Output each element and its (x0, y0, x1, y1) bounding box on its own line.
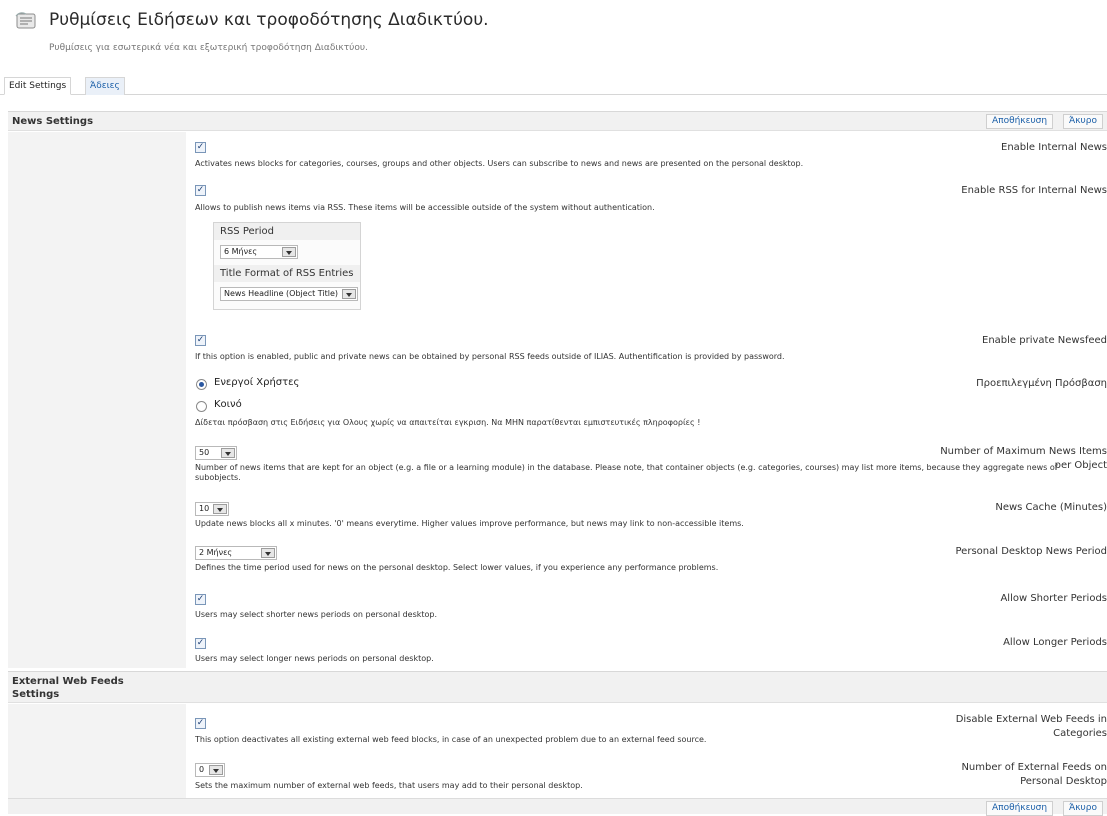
chevron-down-icon (221, 448, 235, 458)
page-header: Ρυθμίσεις Ειδήσεων και τροφοδότησης Διαδ… (0, 0, 1107, 66)
label-allow-longer: Allow Longer Periods (1003, 637, 1107, 648)
label-enable-internal-news: Enable Internal News (1001, 142, 1107, 153)
checkbox-allow-shorter[interactable]: ✓ (195, 594, 206, 605)
chevron-down-icon (282, 247, 296, 257)
save-button-top[interactable]: Αποθήκευση (986, 114, 1054, 129)
title-format-label: Title Format of RSS Entries (214, 265, 360, 282)
pd-period-select[interactable]: 2 Μήνες (195, 546, 277, 560)
label-private-newsfeed: Enable private Newsfeed (982, 335, 1107, 346)
checkbox-disable-external[interactable]: ✓ (195, 718, 206, 729)
radio-active-users[interactable] (196, 379, 207, 390)
radio-public[interactable] (196, 401, 207, 412)
label-enable-rss: Enable RSS for Internal News (961, 185, 1107, 196)
info-allow-shorter: Users may select shorter news periods on… (195, 610, 438, 619)
section-header-news: News Settings (8, 111, 1107, 131)
label-pd-period: Personal Desktop News Period (955, 546, 1107, 557)
news-cache-select[interactable]: 10 (195, 502, 229, 516)
chevron-down-icon (213, 504, 227, 514)
checkbox-enable-rss[interactable]: ✓ (195, 185, 206, 196)
label-column-external (8, 704, 186, 798)
page-title: Ρυθμίσεις Ειδήσεων και τροφοδότησης Διαδ… (49, 10, 489, 30)
bottom-button-bar (8, 798, 1107, 814)
info-allow-longer: Users may select longer news periods on … (195, 654, 434, 663)
info-news-cache: Update news blocks all x minutes. '0' me… (195, 519, 744, 528)
info-max-news: Number of news items that are kept for a… (195, 463, 1058, 482)
num-external-value: 0 (199, 765, 205, 774)
chevron-down-icon (342, 289, 356, 299)
pd-period-value: 2 Μήνες (199, 548, 233, 557)
info-default-access: Δίδεται πρόσβαση στις Ειδήσεις για Ολους… (195, 418, 701, 427)
tab-edit-settings[interactable]: Edit Settings (4, 77, 72, 95)
section-title-news: News Settings (12, 116, 94, 127)
title-format-value: News Headline (Object Title) (224, 289, 339, 298)
info-private-newsfeed: If this option is enabled, public and pr… (195, 352, 785, 361)
tab-permissions[interactable]: Άδειες (85, 77, 125, 95)
info-pd-period: Defines the time period used for news on… (195, 563, 719, 572)
section-header-external: External Web Feeds Settings (8, 671, 1107, 703)
title-format-select[interactable]: News Headline (Object Title) (220, 287, 358, 301)
rss-period-select[interactable]: 6 Μήνες (220, 245, 298, 259)
label-news-cache: News Cache (Minutes) (995, 502, 1107, 513)
cancel-button-top[interactable]: Άκυρο (1063, 114, 1103, 129)
radio-label-public: Κοινό (214, 399, 242, 410)
news-settings-icon (15, 12, 36, 29)
checkbox-allow-longer[interactable]: ✓ (195, 638, 206, 649)
rss-period-value: 6 Μήνες (224, 247, 258, 256)
tab-bar: Edit Settings Άδειες (0, 77, 1107, 95)
max-news-select[interactable]: 50 (195, 446, 237, 460)
label-default-access: Προεπιλεγμένη Πρόσβαση (976, 378, 1107, 389)
rss-period-label: RSS Period (214, 223, 360, 240)
info-num-external: Sets the maximum number of external web … (195, 781, 583, 790)
section-title-external: External Web Feeds Settings (12, 676, 124, 700)
info-disable-external: This option deactivates all existing ext… (195, 735, 707, 744)
num-external-select[interactable]: 0 (195, 763, 225, 777)
label-column-news (8, 132, 186, 668)
checkbox-private-newsfeed[interactable]: ✓ (195, 335, 206, 346)
chevron-down-icon (261, 548, 275, 558)
chevron-down-icon (209, 765, 223, 775)
page-description: Ρυθμίσεις για εσωτερικά νέα και εξωτερικ… (49, 43, 368, 53)
news-cache-value: 10 (199, 504, 210, 513)
info-enable-internal-news: Activates news blocks for categories, co… (195, 159, 804, 168)
info-enable-rss: Allows to publish news items via RSS. Th… (195, 203, 655, 212)
checkbox-enable-internal-news[interactable]: ✓ (195, 142, 206, 153)
label-allow-shorter: Allow Shorter Periods (1000, 593, 1107, 604)
rss-settings-box: RSS Period 6 Μήνες Title Format of RSS E… (213, 222, 361, 310)
max-news-value: 50 (199, 448, 210, 457)
radio-label-active-users: Ενεργοί Χρήστες (214, 377, 300, 388)
